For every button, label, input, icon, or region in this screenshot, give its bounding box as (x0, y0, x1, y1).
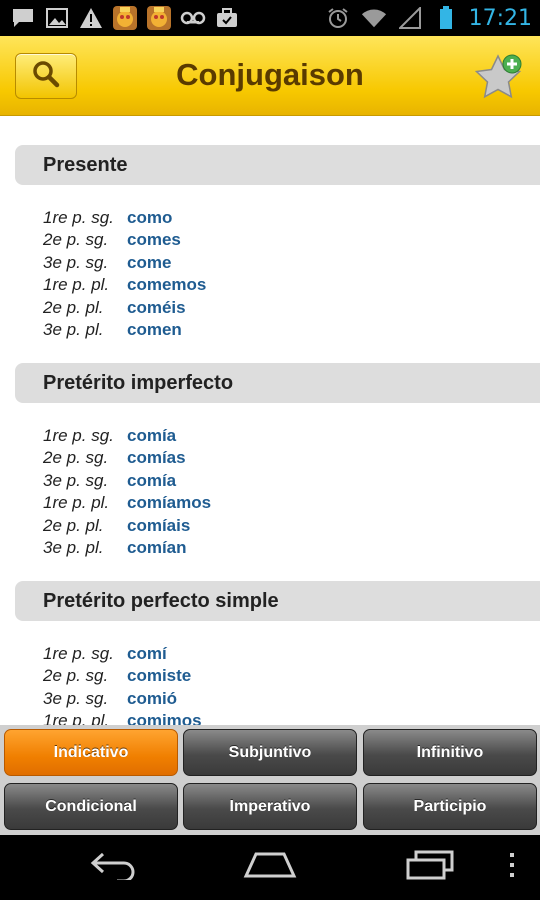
app-icon (112, 5, 138, 31)
conjugation-row: 1re p. sg. como (43, 208, 523, 230)
conjugation-row: 3e p. pl. comían (43, 538, 523, 560)
tense-header: Presente (15, 145, 540, 185)
person-label: 2e p. pl. (43, 516, 104, 535)
person-label: 3e p. sg. (43, 253, 109, 272)
tense-header: Pretérito perfecto simple (15, 581, 540, 621)
home-icon (242, 850, 298, 885)
verb-form: comimos (127, 711, 202, 725)
verb-form: como (127, 208, 173, 227)
system-nav-bar (0, 835, 540, 900)
verb-form: comía (127, 426, 177, 445)
back-button[interactable] (86, 847, 142, 887)
page-title: Conjugaison (176, 57, 364, 92)
conjugation-row: 3e p. sg. comía (43, 471, 523, 493)
verb-form: comía (127, 471, 177, 490)
verb-form: comí (127, 644, 167, 663)
app-header: Conjugaison (0, 36, 540, 116)
conjugation-row: 1re p. pl. comemos (43, 275, 523, 297)
conjugation-row: 1re p. pl. comimos (43, 711, 523, 725)
overflow-menu-button[interactable] (500, 847, 524, 887)
alarm-icon (325, 5, 351, 31)
person-label: 2e p. sg. (43, 230, 109, 249)
conjugation-list[interactable]: Presente 1re p. sg. como 2e p. sg. comes 3… (0, 117, 540, 725)
status-bar: 17:21 (0, 0, 540, 36)
battery-icon (433, 5, 459, 31)
tab-indicativo[interactable]: Indicativo (4, 729, 178, 776)
verb-form: comías (127, 448, 186, 467)
verb-form: comió (127, 689, 178, 708)
person-label: 1re p. pl. (43, 493, 110, 512)
verb-form: comes (127, 230, 181, 249)
tab-infinitivo[interactable]: Infinitivo (363, 729, 537, 776)
person-label: 1re p. pl. (43, 711, 110, 725)
person-label: 2e p. pl. (43, 298, 104, 317)
star-add-icon (472, 54, 528, 108)
person-label: 3e p. sg. (43, 471, 109, 490)
tense-title: Presente (43, 154, 128, 176)
tab-participio[interactable]: Participio (363, 783, 537, 830)
system-icons: 17:21 (325, 4, 532, 32)
verb-form: coméis (127, 298, 186, 317)
conjugation-row: 3e p. sg. comió (43, 689, 523, 711)
conjugation-row: 2e p. sg. comías (43, 448, 523, 470)
person-label: 3e p. pl. (43, 538, 104, 557)
wifi-icon (361, 5, 387, 31)
verb-form: comen (127, 320, 182, 339)
briefcase-icon (214, 5, 240, 31)
conjugation-row: 2e p. pl. coméis (43, 298, 523, 320)
person-label: 3e p. pl. (43, 320, 104, 339)
tense-header: Pretérito imperfecto (15, 363, 540, 403)
signal-icon (397, 5, 423, 31)
conjugation-row: 3e p. pl. comen (43, 320, 523, 342)
conjugation-row: 1re p. sg. comí (43, 644, 523, 666)
verb-form: comían (127, 538, 187, 557)
app-icon (146, 5, 172, 31)
voicemail-icon (180, 5, 206, 31)
tense-title: Pretérito imperfecto (43, 372, 234, 394)
image-icon (44, 5, 70, 31)
tab-imperativo[interactable]: Imperativo (183, 783, 357, 830)
recent-apps-button[interactable] (402, 847, 458, 887)
conjugation-row: 3e p. sg. come (43, 253, 523, 275)
add-favorite-button[interactable] (472, 50, 528, 104)
message-icon (10, 5, 36, 31)
verb-form: come (127, 253, 172, 272)
clock: 17:21 (468, 5, 532, 31)
tab-subjuntivo[interactable]: Subjuntivo (183, 729, 357, 776)
conjugation-row: 1re p. sg. comía (43, 426, 523, 448)
tense-title: Pretérito perfecto simple (43, 590, 279, 612)
menu-icon (508, 852, 516, 883)
person-label: 3e p. sg. (43, 689, 109, 708)
verb-form: comíamos (127, 493, 212, 512)
warning-icon (78, 5, 104, 31)
mood-tab-bar: Indicativo Subjuntivo Infinitivo Condici… (0, 725, 540, 835)
verb-form: comiste (127, 666, 192, 685)
verb-form: comemos (127, 275, 207, 294)
conjugation-row: 2e p. pl. comíais (43, 516, 523, 538)
person-label: 2e p. sg. (43, 666, 109, 685)
back-icon (89, 850, 139, 885)
person-label: 1re p. sg. (43, 644, 114, 663)
conjugation-row: 2e p. sg. comiste (43, 666, 523, 688)
person-label: 1re p. sg. (43, 426, 114, 445)
conjugation-row: 1re p. pl. comíamos (43, 493, 523, 515)
verb-form: comíais (127, 516, 191, 535)
notification-icons (10, 4, 240, 32)
recent-apps-icon (404, 850, 456, 885)
person-label: 1re p. pl. (43, 275, 110, 294)
home-button[interactable] (240, 847, 300, 887)
tab-condicional[interactable]: Condicional (4, 783, 178, 830)
person-label: 2e p. sg. (43, 448, 109, 467)
conjugation-row: 2e p. sg. comes (43, 230, 523, 252)
person-label: 1re p. sg. (43, 208, 114, 227)
